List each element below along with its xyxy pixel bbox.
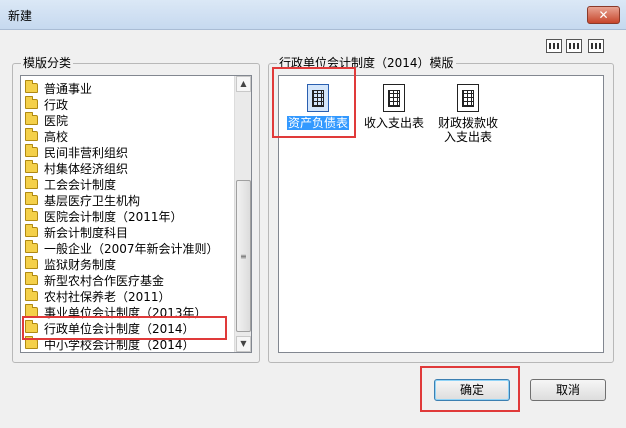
list-item[interactable]: 基层医疗卫生机构 xyxy=(25,192,140,208)
list-item[interactable]: 中小学校会计制度（2014） xyxy=(25,336,195,352)
folder-icon xyxy=(25,208,38,221)
spreadsheet-doc-icon xyxy=(307,84,329,112)
grip-icon: ≡ xyxy=(240,252,247,261)
category-list[interactable]: 普通事业 行政 医院 高校 民间非营利组织 村集体经济组织 工会会计制度 基层医… xyxy=(20,75,252,353)
ok-button[interactable]: 确定 xyxy=(434,379,510,401)
title-bar: 新建 ✕ xyxy=(0,0,626,30)
spreadsheet-doc-icon xyxy=(383,84,405,112)
list-item[interactable]: 村集体经济组织 xyxy=(25,160,128,176)
folder-icon xyxy=(25,192,38,205)
folder-icon xyxy=(25,80,38,93)
template-list[interactable]: 资产负债表 收入支出表 财政拨款收 入支出表 xyxy=(278,75,604,353)
folder-icon xyxy=(25,336,38,349)
folder-icon xyxy=(25,96,38,109)
list-item[interactable]: 事业单位会计制度（2013年） xyxy=(25,304,207,320)
template-label-line1: 财政拨款收 xyxy=(437,116,498,130)
large-icons-view-icon[interactable] xyxy=(546,39,562,53)
template-group-label: 行政单位会计制度（2014）模版 xyxy=(277,56,456,70)
list-item[interactable]: 行政 xyxy=(25,96,68,112)
spreadsheet-doc-icon xyxy=(457,84,479,112)
list-item[interactable]: 一般企业（2007年新会计准则） xyxy=(25,240,219,256)
category-scrollbar[interactable]: ▲ ≡ ▼ xyxy=(234,76,251,352)
folder-icon xyxy=(25,256,38,269)
folder-icon xyxy=(25,240,38,253)
folder-icon xyxy=(25,272,38,285)
list-item[interactable]: 监狱财务制度 xyxy=(25,256,116,272)
list-item[interactable]: 新会计制度科目 xyxy=(25,224,128,240)
category-group-label: 模版分类 xyxy=(21,56,74,70)
folder-icon xyxy=(25,128,38,141)
list-item[interactable]: 医院 xyxy=(25,112,68,128)
cancel-button[interactable]: 取消 xyxy=(530,379,606,401)
folder-icon xyxy=(25,112,38,125)
template-fiscal-appropriation[interactable]: 财政拨款收 入支出表 xyxy=(435,84,501,144)
template-income-expense[interactable]: 收入支出表 xyxy=(363,84,425,130)
window-title: 新建 xyxy=(8,9,33,23)
template-balance-sheet[interactable]: 资产负债表 xyxy=(287,84,350,130)
folder-icon xyxy=(25,176,38,189)
list-item[interactable]: 工会会计制度 xyxy=(25,176,116,192)
list-item[interactable]: 民间非营利组织 xyxy=(25,144,128,160)
folder-icon xyxy=(25,224,38,237)
list-item[interactable]: 农村社保养老（2011） xyxy=(25,288,171,304)
list-item-selected[interactable]: 行政单位会计制度（2014） xyxy=(25,320,195,336)
details-view-icon[interactable] xyxy=(588,39,604,53)
list-item[interactable]: 医院会计制度（2011年） xyxy=(25,208,183,224)
list-view-icon[interactable] xyxy=(566,39,582,53)
folder-icon xyxy=(25,288,38,301)
list-item[interactable]: 普通事业 xyxy=(25,80,92,96)
scroll-up-icon[interactable]: ▲ xyxy=(236,76,251,92)
scroll-thumb[interactable]: ≡ xyxy=(236,180,251,332)
folder-icon xyxy=(25,144,38,157)
list-item[interactable]: 高校 xyxy=(25,128,68,144)
scroll-down-icon[interactable]: ▼ xyxy=(236,336,251,352)
folder-icon xyxy=(25,304,38,317)
template-label-line2: 入支出表 xyxy=(443,130,492,144)
folder-icon xyxy=(25,320,38,333)
folder-icon xyxy=(25,160,38,173)
template-label: 收入支出表 xyxy=(363,116,424,130)
list-item[interactable]: 新型农村合作医疗基金 xyxy=(25,272,164,288)
close-icon[interactable]: ✕ xyxy=(587,6,620,24)
template-label: 资产负债表 xyxy=(287,116,350,130)
